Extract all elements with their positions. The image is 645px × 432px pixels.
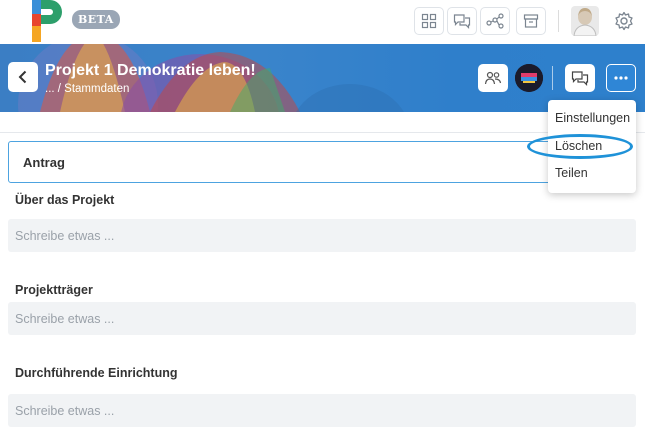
back-button[interactable] [8,62,38,92]
comments-icon [571,71,589,86]
beta-badge: BETA [72,10,120,29]
comments-button[interactable] [565,64,595,92]
network-icon [486,13,504,29]
about-project-input[interactable]: Schreibe etwas ... [8,219,636,252]
archive-icon [523,14,539,28]
users-icon [484,71,502,85]
breadcrumb[interactable]: ... / Stammdaten [45,83,129,95]
menu-item-settings[interactable]: Einstellungen [555,111,630,125]
chat-icon [453,14,471,29]
dashboard-icon [421,13,437,29]
network-button[interactable] [480,7,510,35]
executing-institution-input[interactable]: Schreibe etwas ... [8,394,636,427]
field-label-executing-institution: Durchführende Einrichtung [15,366,178,380]
antrag-title: Antrag [23,155,65,170]
members-button[interactable] [478,64,508,92]
gear-icon [615,11,633,31]
project-sponsor-placeholder: Schreibe etwas ... [15,312,115,326]
executing-institution-placeholder: Schreibe etwas ... [15,404,115,418]
user-avatar[interactable] [571,6,599,36]
more-dots-icon [614,76,628,80]
chat-button[interactable] [447,7,477,35]
project-sponsor-input[interactable]: Schreibe etwas ... [8,302,636,335]
app-logo-icon[interactable] [30,0,66,42]
menu-item-share[interactable]: Teilen [555,166,588,180]
page-title: Projekt 1 Demokratie leben! [45,62,256,79]
highlight-ring [527,134,633,159]
more-options-button[interactable] [606,64,636,92]
dashboard-button[interactable] [414,7,444,35]
organization-logo-icon[interactable] [515,64,543,92]
toolbar-divider [558,10,559,32]
about-project-placeholder: Schreibe etwas ... [15,229,115,243]
field-label-project-sponsor: Projektträger [15,283,93,297]
archive-button[interactable] [516,7,546,35]
settings-button[interactable] [611,8,637,34]
banner-divider [552,66,553,90]
chevron-left-icon [18,70,27,84]
top-bar: BETA [0,0,645,44]
field-label-about-project: Über das Projekt [15,193,115,207]
